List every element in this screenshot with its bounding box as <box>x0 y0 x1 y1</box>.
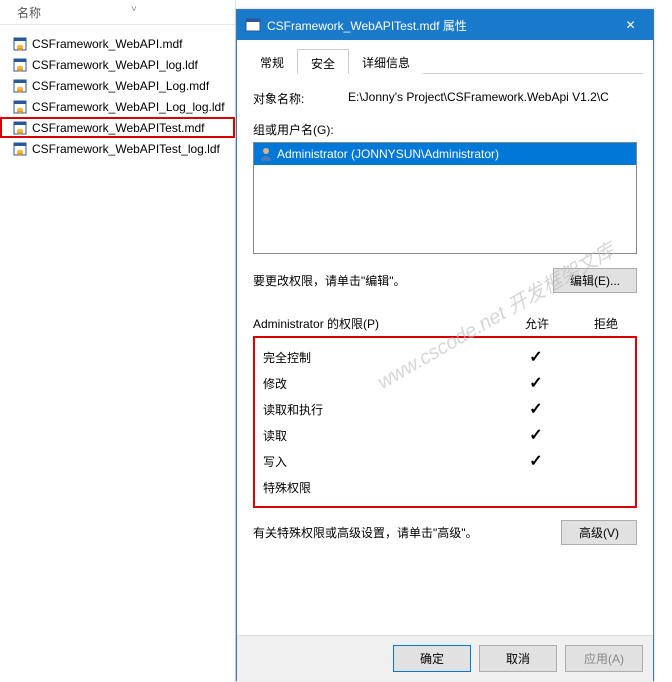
user-icon <box>258 146 274 162</box>
advanced-row: 有关特殊权限或高级设置，请单击"高级"。 高级(V) <box>253 520 637 545</box>
dialog-footer: 确定 取消 应用(A) <box>237 635 653 681</box>
file-item[interactable]: CSFramework_WebAPI_Log_log.ldf <box>0 96 235 117</box>
advanced-hint: 有关特殊权限或高级设置，请单击"高级"。 <box>253 524 561 541</box>
file-label: CSFramework_WebAPI_log.ldf <box>32 58 198 72</box>
check-icon: ✓ <box>529 349 542 366</box>
permission-row: 修改 ✓ <box>263 370 627 396</box>
column-header[interactable]: 名称 ˅ <box>0 0 235 25</box>
apply-button[interactable]: 应用(A) <box>565 645 643 672</box>
check-icon: ✓ <box>529 453 542 470</box>
user-listbox[interactable]: Administrator (JONNYSUN\Administrator) <box>253 142 637 254</box>
user-item-administrator[interactable]: Administrator (JONNYSUN\Administrator) <box>254 143 636 165</box>
permission-allow: ✓ <box>501 373 571 393</box>
file-item[interactable]: CSFramework_WebAPITest_log.ldf <box>0 138 235 159</box>
file-label: CSFramework_WebAPITest_log.ldf <box>32 142 220 156</box>
permission-name: 完全控制 <box>263 349 501 366</box>
file-item[interactable]: CSFramework_WebAPITest.mdf <box>0 117 235 138</box>
permission-allow: ✓ <box>501 399 571 419</box>
database-file-icon <box>12 36 28 52</box>
file-item[interactable]: CSFramework_WebAPI_Log.mdf <box>0 75 235 96</box>
security-tab-content: 对象名称: E:\Jonny's Project\CSFramework.Web… <box>247 74 643 551</box>
check-icon: ✓ <box>529 401 542 418</box>
permissions-header: Administrator 的权限(P) 允许 拒绝 <box>253 315 637 332</box>
file-item[interactable]: CSFramework_WebAPI.mdf <box>0 33 235 54</box>
database-file-icon <box>12 78 28 94</box>
permission-name: 读取 <box>263 427 501 444</box>
tab-details[interactable]: 详细信息 <box>349 49 423 74</box>
object-name-value: E:\Jonny's Project\CSFramework.WebApi V1… <box>348 90 637 107</box>
tab-security[interactable]: 安全 <box>297 49 349 74</box>
user-item-label: Administrator (JONNYSUN\Administrator) <box>277 147 499 161</box>
file-label: CSFramework_WebAPI.mdf <box>32 37 183 51</box>
permission-allow: ✓ <box>501 347 571 367</box>
column-name-label: 名称 <box>17 4 41 21</box>
dialog-icon <box>245 17 261 33</box>
file-label: CSFramework_WebAPI_Log_log.ldf <box>32 100 225 114</box>
ok-button[interactable]: 确定 <box>393 645 471 672</box>
permission-row: 特殊权限 <box>263 474 627 500</box>
object-name-row: 对象名称: E:\Jonny's Project\CSFramework.Web… <box>253 90 637 107</box>
dialog-title: CSFramework_WebAPITest.mdf 属性 <box>267 17 608 34</box>
properties-dialog: CSFramework_WebAPITest.mdf 属性 ✕ 常规 安全 详细… <box>236 9 654 681</box>
file-label: CSFramework_WebAPI_Log.mdf <box>32 79 209 93</box>
cancel-button[interactable]: 取消 <box>479 645 557 672</box>
database-file-icon <box>12 141 28 157</box>
edit-row: 要更改权限，请单击"编辑"。 编辑(E)... <box>253 268 637 293</box>
permissions-header-allow: 允许 <box>499 315 575 332</box>
check-icon: ✓ <box>529 375 542 392</box>
permissions-header-deny: 拒绝 <box>575 315 637 332</box>
permission-row: 读取 ✓ <box>263 422 627 448</box>
tab-general[interactable]: 常规 <box>247 49 297 74</box>
database-file-icon <box>12 57 28 73</box>
database-file-icon <box>12 120 28 136</box>
permission-row: 完全控制 ✓ <box>263 344 627 370</box>
permission-name: 修改 <box>263 375 501 392</box>
permission-allow: ✓ <box>501 451 571 471</box>
file-label: CSFramework_WebAPITest.mdf <box>32 121 205 135</box>
permissions-list: 完全控制 ✓ 修改 ✓ 读取和执行 ✓ 读取 ✓ 写入 ✓ 特殊权限 <box>253 336 637 508</box>
permission-allow: ✓ <box>501 425 571 445</box>
titlebar[interactable]: CSFramework_WebAPITest.mdf 属性 ✕ <box>237 10 653 40</box>
tabs: 常规 安全 详细信息 <box>247 48 643 74</box>
file-list: CSFramework_WebAPI.mdf CSFramework_WebAPI… <box>0 25 235 159</box>
group-users-label: 组或用户名(G): <box>253 121 637 138</box>
sort-caret-icon: ˅ <box>131 4 137 21</box>
edit-button[interactable]: 编辑(E)... <box>553 268 637 293</box>
database-file-icon <box>12 99 28 115</box>
object-name-label: 对象名称: <box>253 90 348 107</box>
permission-name: 写入 <box>263 453 501 470</box>
edit-hint: 要更改权限，请单击"编辑"。 <box>253 272 553 289</box>
permission-row: 写入 ✓ <box>263 448 627 474</box>
close-icon: ✕ <box>625 18 635 32</box>
permission-row: 读取和执行 ✓ <box>263 396 627 422</box>
dialog-body: 常规 安全 详细信息 对象名称: E:\Jonny's Project\CSFr… <box>237 40 653 635</box>
check-icon: ✓ <box>529 427 542 444</box>
explorer-panel: 名称 ˅ CSFramework_WebAPI.mdfCSFramework_W… <box>0 0 236 682</box>
permission-name: 读取和执行 <box>263 401 501 418</box>
close-button[interactable]: ✕ <box>608 10 653 40</box>
advanced-button[interactable]: 高级(V) <box>561 520 637 545</box>
file-item[interactable]: CSFramework_WebAPI_log.ldf <box>0 54 235 75</box>
permissions-header-label: Administrator 的权限(P) <box>253 315 499 332</box>
permission-name: 特殊权限 <box>263 479 501 496</box>
